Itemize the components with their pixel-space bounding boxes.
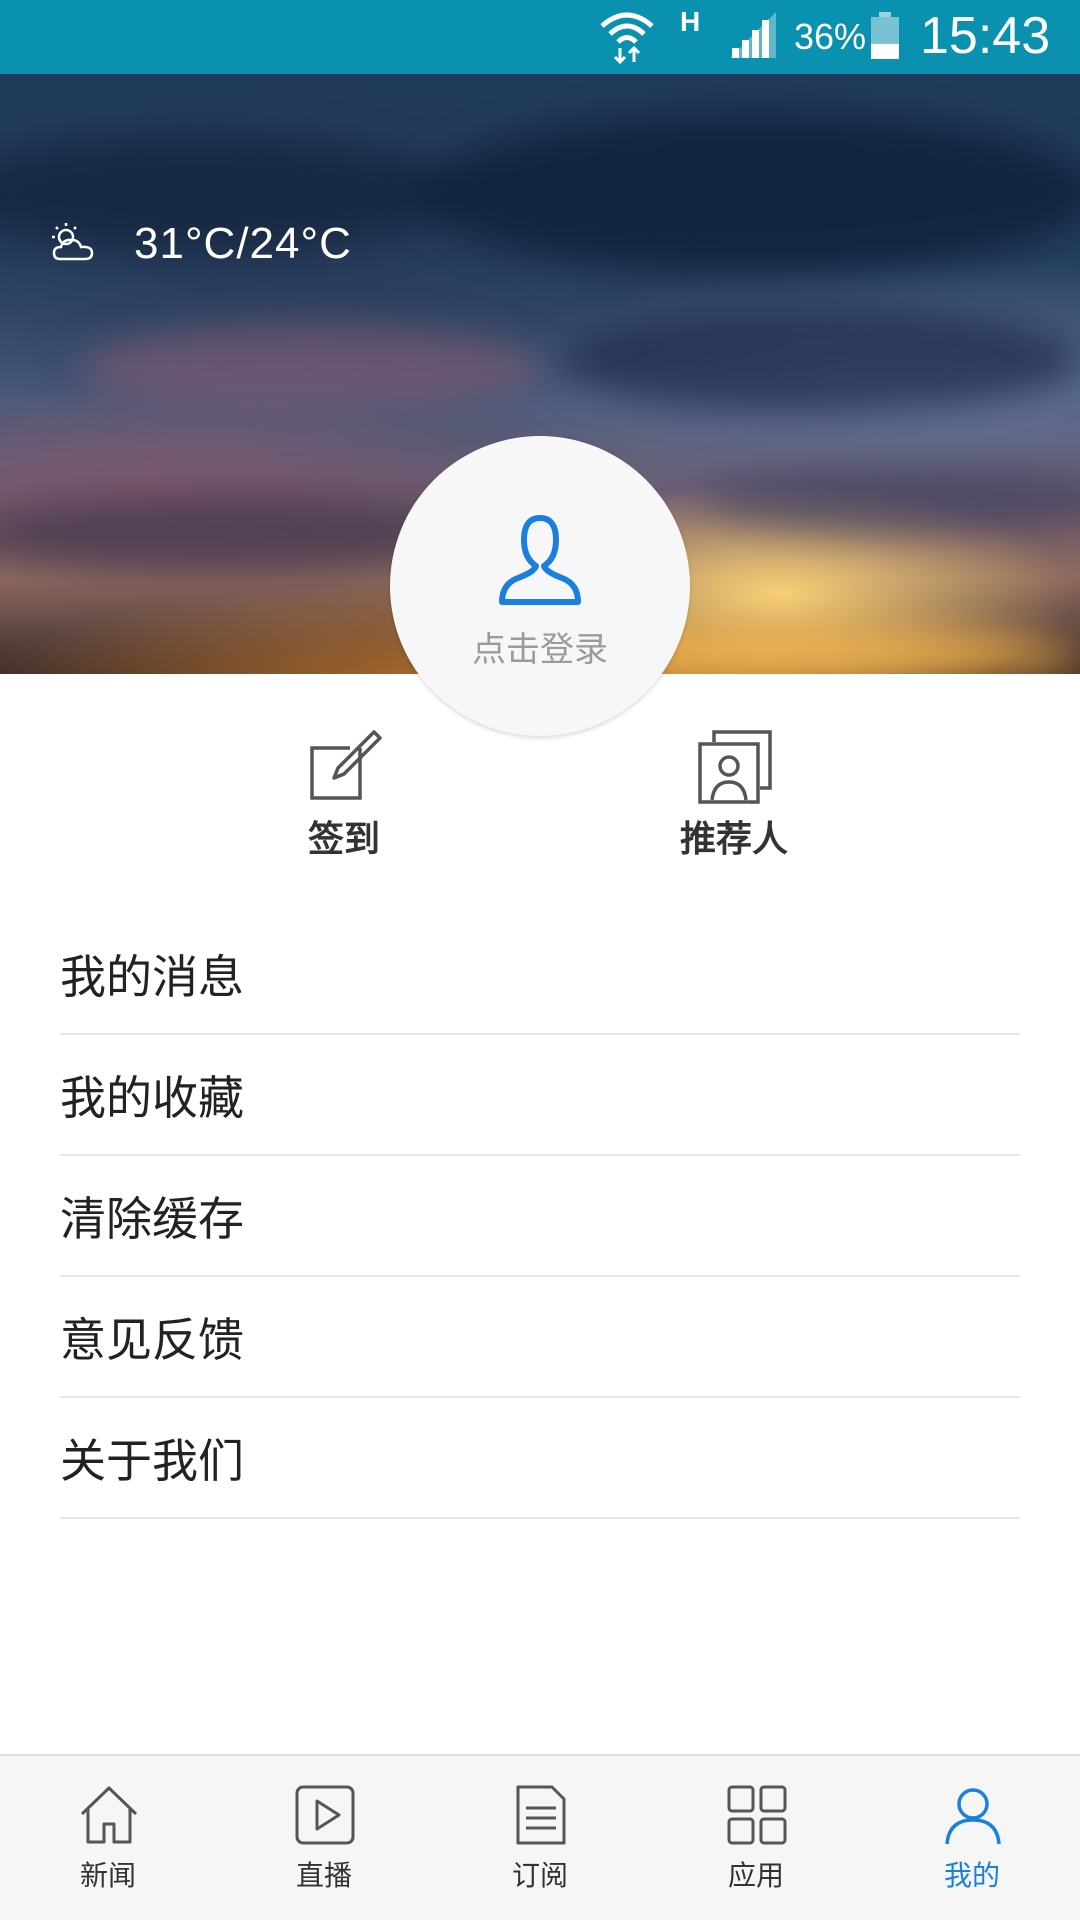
nav-tab-news[interactable]: 新闻 bbox=[0, 1756, 216, 1920]
bottom-navigation: 新闻 直播 订阅 应用 我的 bbox=[0, 1754, 1080, 1920]
menu-item-clear-cache[interactable]: 清除缓存 bbox=[60, 1156, 1020, 1277]
nav-tab-subscribe[interactable]: 订阅 bbox=[432, 1756, 648, 1920]
nav-tab-apps[interactable]: 应用 bbox=[648, 1756, 864, 1920]
menu-item-feedback[interactable]: 意见反馈 bbox=[60, 1277, 1020, 1398]
partly-cloudy-icon bbox=[52, 223, 94, 261]
network-type-label: H bbox=[680, 6, 701, 37]
menu-item-label: 关于我们 bbox=[60, 1433, 244, 1488]
settings-menu: 我的消息 我的收藏 清除缓存 意见反馈 关于我们 bbox=[60, 914, 1020, 1519]
weather-widget[interactable]: 31°C/24°C bbox=[48, 214, 352, 274]
clock: 15:43 bbox=[920, 7, 1051, 65]
menu-item-about-us[interactable]: 关于我们 bbox=[60, 1398, 1020, 1519]
status-bar: H 36% 15:43 bbox=[0, 0, 1080, 74]
user-icon bbox=[499, 515, 581, 605]
menu-item-my-favorites[interactable]: 我的收藏 bbox=[60, 1035, 1020, 1156]
grid-icon bbox=[727, 1785, 787, 1845]
login-label: 点击登录 bbox=[472, 630, 608, 670]
play-icon bbox=[295, 1785, 355, 1845]
nav-tab-live[interactable]: 直播 bbox=[216, 1756, 432, 1920]
edit-icon bbox=[310, 730, 382, 800]
nav-tab-label: 我的 bbox=[943, 1859, 1000, 1892]
login-avatar-button[interactable]: 点击登录 bbox=[390, 436, 690, 736]
checkin-label: 签到 bbox=[307, 819, 380, 860]
checkin-button[interactable]: 签到 bbox=[244, 728, 444, 860]
wifi-icon bbox=[600, 12, 654, 64]
battery-percent: 36% bbox=[794, 16, 867, 57]
referrer-label: 推荐人 bbox=[679, 819, 788, 860]
user-icon bbox=[945, 1788, 1001, 1845]
profile-page: H 36% 15:43 31°C/24°C 点击登录 签到 推荐人 我的消息 我… bbox=[0, 0, 1080, 1920]
signal-icon bbox=[730, 12, 776, 58]
nav-tab-label: 订阅 bbox=[511, 1859, 568, 1892]
menu-item-label: 意见反馈 bbox=[60, 1312, 244, 1367]
document-icon bbox=[516, 1785, 566, 1845]
nav-tab-mine[interactable]: 我的 bbox=[864, 1756, 1080, 1920]
home-icon bbox=[80, 1786, 138, 1844]
menu-item-label: 我的消息 bbox=[60, 949, 244, 1004]
nav-tab-label: 直播 bbox=[295, 1859, 352, 1892]
nav-tab-label: 应用 bbox=[727, 1859, 784, 1892]
menu-item-label: 我的收藏 bbox=[60, 1070, 244, 1125]
nav-tab-label: 新闻 bbox=[79, 1859, 136, 1892]
temperature-range: 31°C/24°C bbox=[134, 219, 352, 268]
referrer-button[interactable]: 推荐人 bbox=[634, 728, 834, 860]
battery-icon bbox=[871, 12, 899, 59]
menu-item-label: 清除缓存 bbox=[60, 1191, 244, 1246]
menu-item-my-messages[interactable]: 我的消息 bbox=[60, 914, 1020, 1035]
contacts-icon bbox=[698, 730, 772, 804]
